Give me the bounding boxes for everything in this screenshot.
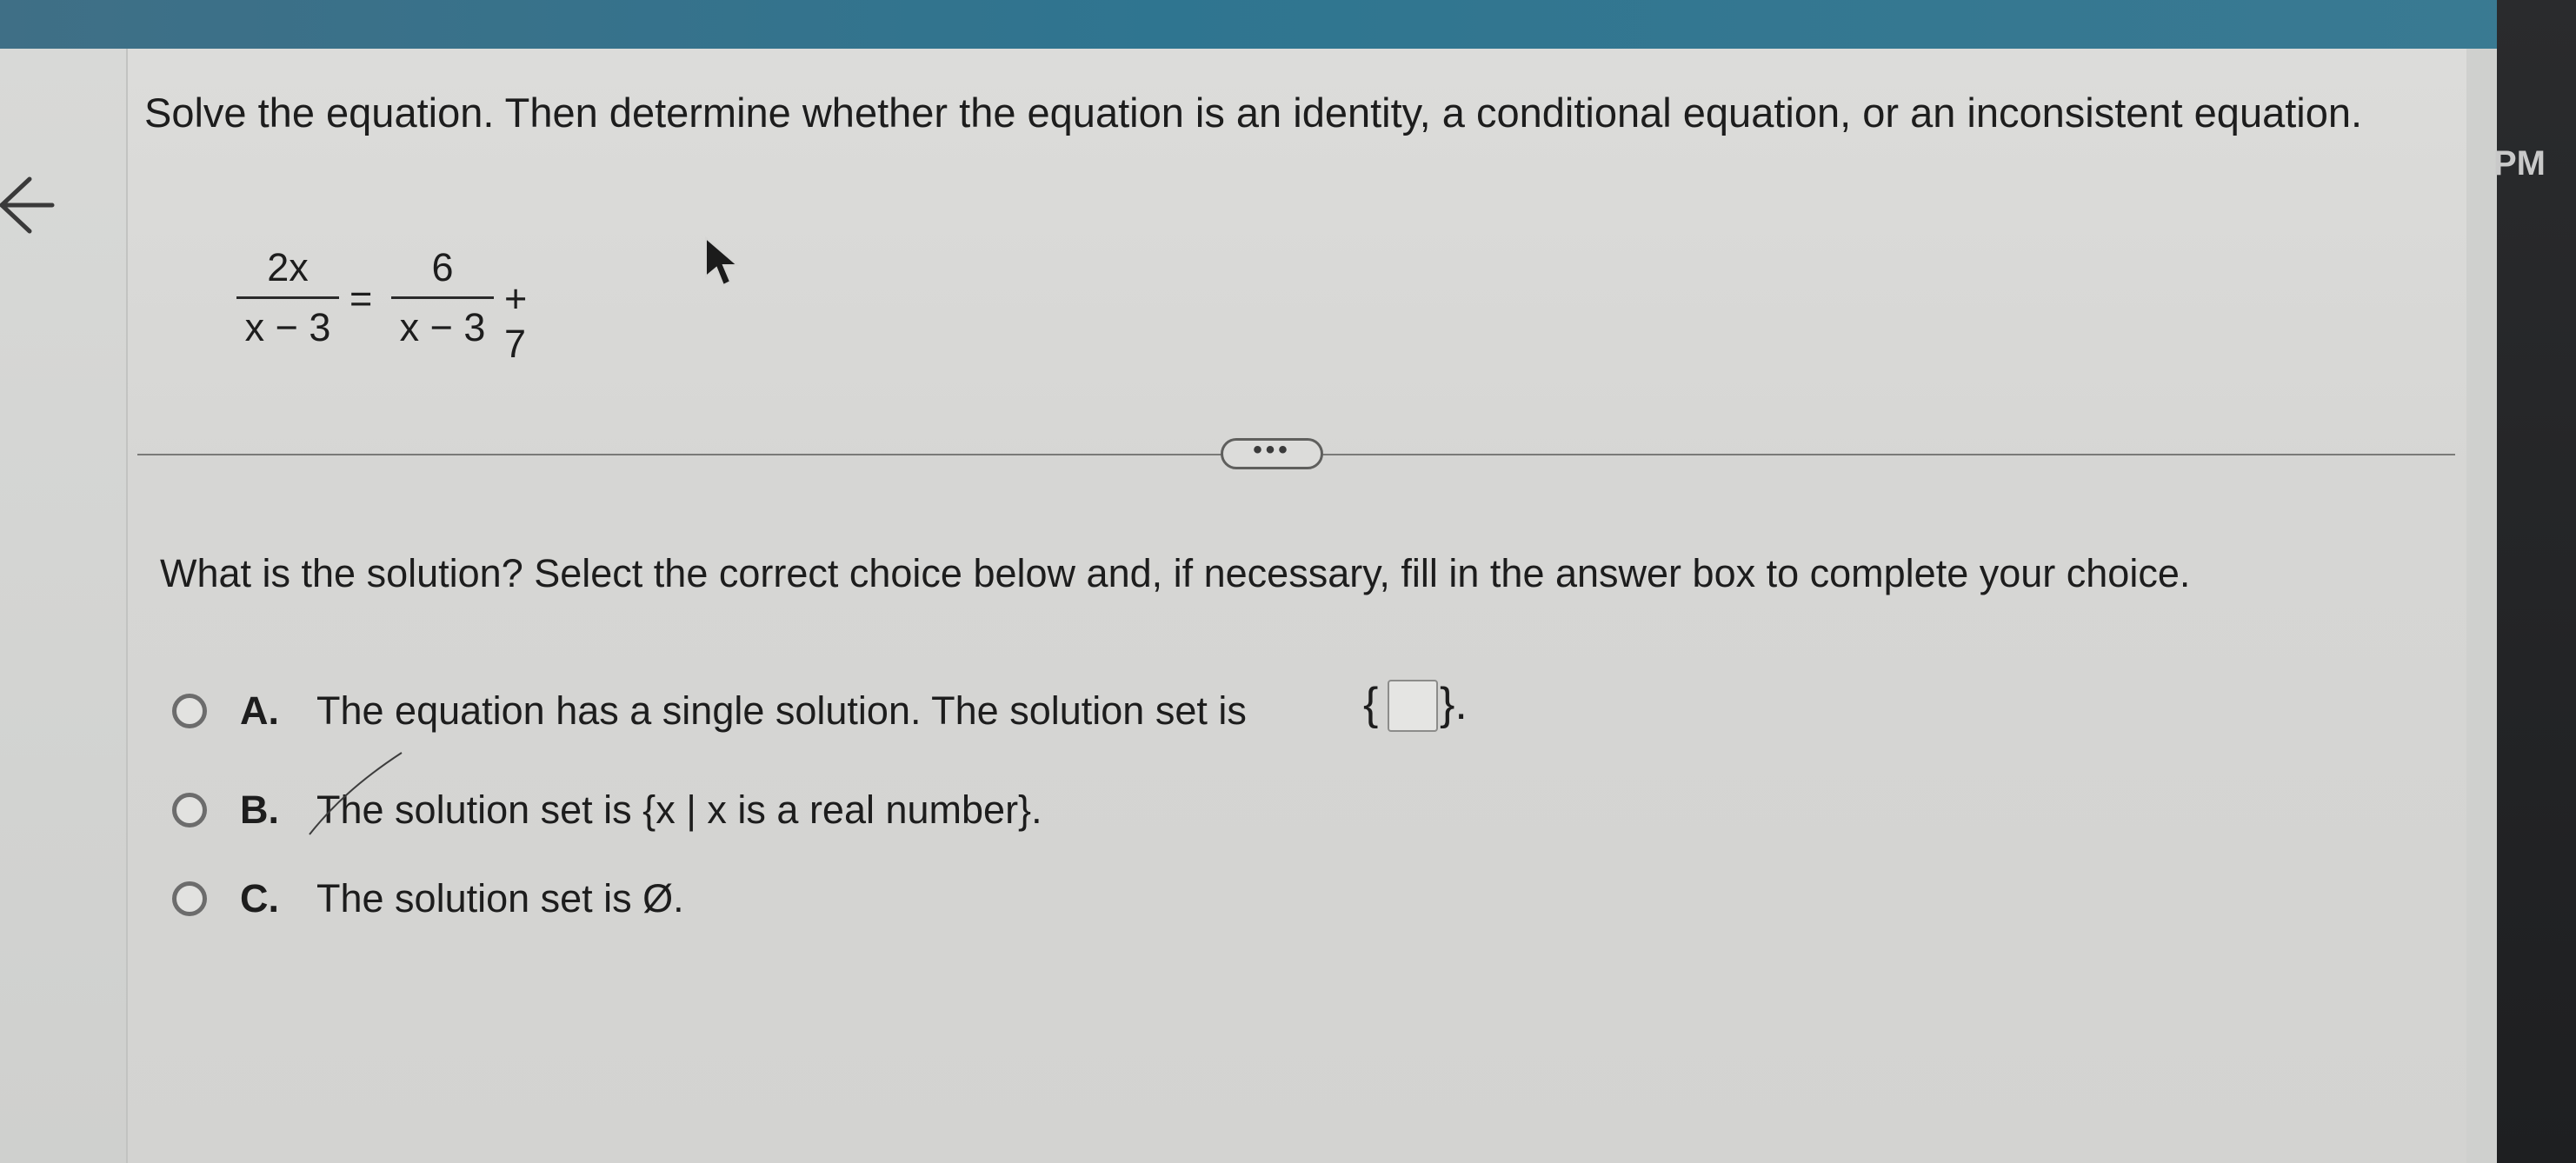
back-arrow-icon[interactable] — [0, 170, 56, 240]
rhs-numerator: 6 — [431, 245, 454, 289]
lhs-numerator: 2x — [267, 245, 309, 289]
rhs-fraction-bar — [391, 296, 494, 299]
lhs-fraction-bar — [236, 296, 339, 299]
answer-prompt: What is the solution? Select the correct… — [160, 551, 2191, 595]
choice-a-text: The equation has a single solution. The … — [316, 688, 1247, 733]
answer-close-brace: }. — [1440, 679, 1468, 729]
question-panel — [128, 49, 2466, 1163]
choice-c-text: The solution set is Ø. — [316, 876, 684, 920]
choice-c-radio[interactable] — [172, 881, 207, 916]
question-instruction: Solve the equation. Then determine wheth… — [144, 90, 2363, 136]
mouse-pointer-icon — [705, 236, 740, 287]
equals-sign: = — [349, 276, 373, 321]
pen-stroke-mark — [309, 752, 403, 835]
choice-a-radio[interactable] — [172, 694, 207, 728]
lhs-denominator: x − 3 — [244, 305, 331, 349]
answer-open-brace: { — [1363, 679, 1379, 729]
expand-more-button[interactable]: ••• — [1221, 437, 1323, 469]
left-gutter — [0, 49, 128, 1163]
choice-c-letter: C. — [240, 876, 279, 920]
choice-a-letter: A. — [240, 688, 279, 733]
rhs-fraction: 6 x − 3 — [391, 242, 494, 354]
clock-text: PM — [2493, 144, 2546, 183]
rhs-denominator: x − 3 — [399, 305, 486, 349]
choice-b-letter: B. — [240, 788, 279, 832]
choice-b-radio[interactable] — [172, 793, 207, 827]
choice-b-text: The solution set is {x | x is a real num… — [316, 788, 1042, 832]
solution-answer-box[interactable] — [1388, 680, 1438, 732]
rhs-constant: + 7 — [504, 276, 528, 366]
lhs-fraction: 2x x − 3 — [236, 242, 339, 354]
browser-top-strip — [0, 0, 2576, 49]
